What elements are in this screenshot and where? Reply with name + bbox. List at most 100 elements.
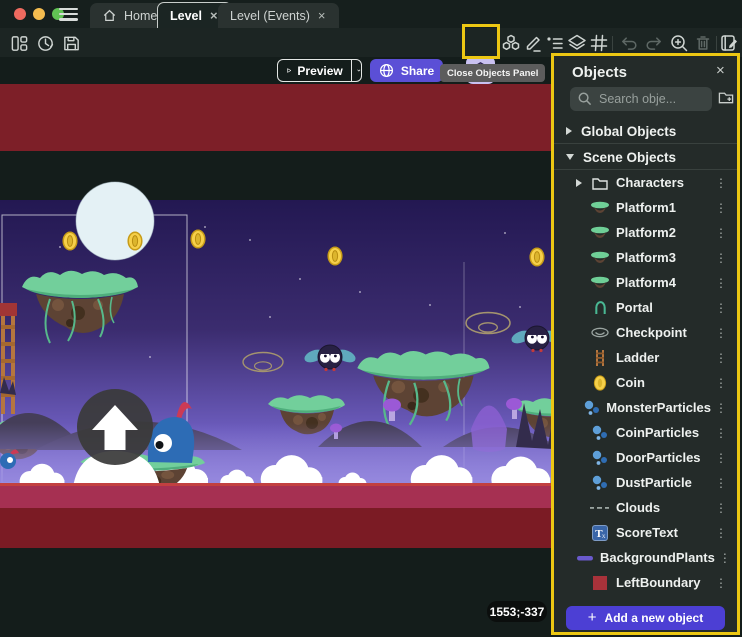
object-row-portal[interactable]: Portal⋮ xyxy=(554,295,737,320)
object-label: Checkpoint xyxy=(616,325,711,340)
kebab-menu-icon[interactable]: ⋮ xyxy=(711,401,731,415)
ladder-icon xyxy=(590,350,610,366)
kebab-menu-icon[interactable]: ⋮ xyxy=(711,526,731,540)
kebab-menu-icon[interactable]: ⋮ xyxy=(711,476,731,490)
object-row-backgroundplants[interactable]: BackgroundPlants⋮ xyxy=(554,545,737,570)
kebab-menu-icon[interactable]: ⋮ xyxy=(711,576,731,590)
layers-icon[interactable] xyxy=(566,32,588,54)
object-row-monsterparticles[interactable]: MonsterParticles⋮ xyxy=(554,395,737,420)
jump-arrow-button-object[interactable] xyxy=(77,389,153,465)
instances-list-icon[interactable] xyxy=(544,32,566,54)
platform-instance[interactable] xyxy=(22,271,138,343)
platform-instance[interactable] xyxy=(357,351,489,427)
coin-instance[interactable] xyxy=(328,247,342,265)
pink-boundary-object[interactable] xyxy=(0,486,553,508)
chevron-right-icon[interactable] xyxy=(576,179,590,187)
object-row-platform2[interactable]: Platform2⋮ xyxy=(554,220,737,245)
object-row-characters[interactable]: Characters⋮ xyxy=(554,170,737,195)
kebab-menu-icon[interactable]: ⋮ xyxy=(711,351,731,365)
bat-monster-instance[interactable] xyxy=(303,345,358,371)
chevron-down-icon[interactable] xyxy=(357,67,361,74)
tab-label: Level xyxy=(170,9,202,23)
coin-instance[interactable] xyxy=(191,230,205,248)
svg-text:x: x xyxy=(602,531,606,540)
particles-icon xyxy=(590,475,610,491)
window-close-button[interactable] xyxy=(14,8,26,20)
scene-editor-canvas[interactable] xyxy=(0,57,553,637)
folder-icon xyxy=(590,176,610,190)
object-groups-icon[interactable] xyxy=(500,32,522,54)
tab-level-events[interactable]: Level (Events) × xyxy=(218,3,339,28)
kebab-menu-icon[interactable]: ⋮ xyxy=(715,551,735,565)
share-button[interactable]: Share xyxy=(370,59,443,82)
kebab-menu-icon[interactable]: ⋮ xyxy=(711,326,731,340)
coin-instance[interactable] xyxy=(128,232,142,250)
object-row-doorparticles[interactable]: DoorParticles⋮ xyxy=(554,445,737,470)
bat-monster-instance[interactable] xyxy=(510,326,553,352)
grid-icon[interactable] xyxy=(588,32,610,54)
object-row-scoretext[interactable]: TxScoreText⋮ xyxy=(554,520,737,545)
object-row-dustparticle[interactable]: DustParticle⋮ xyxy=(554,470,737,495)
edit-pencil-icon[interactable] xyxy=(522,32,544,54)
ladder-instance[interactable] xyxy=(0,303,17,414)
preview-button[interactable]: Preview xyxy=(277,59,362,82)
close-panel-icon[interactable]: × xyxy=(716,62,725,79)
scene-artwork xyxy=(0,57,553,637)
object-row-platform4[interactable]: Platform4⋮ xyxy=(554,270,737,295)
divider xyxy=(351,60,352,81)
redsquare-icon xyxy=(590,576,610,590)
coin-instance[interactable] xyxy=(63,232,77,250)
bottom-boundary-object[interactable] xyxy=(0,508,553,548)
kebab-menu-icon[interactable]: ⋮ xyxy=(711,451,731,465)
redo-icon[interactable] xyxy=(643,32,665,54)
section-scene-objects[interactable]: Scene Objects xyxy=(554,145,737,170)
object-row-checkpoint[interactable]: Checkpoint⋮ xyxy=(554,320,737,345)
chevron-down-icon xyxy=(566,154,574,160)
cursor-coordinates-badge: 1553;-337 xyxy=(487,601,547,622)
coin-instance[interactable] xyxy=(530,248,544,266)
plants-icon xyxy=(576,554,594,562)
search-placeholder: Search obje... xyxy=(599,92,676,106)
section-global-objects[interactable]: Global Objects xyxy=(554,119,737,144)
history-icon[interactable] xyxy=(34,32,56,54)
kebab-menu-icon[interactable]: ⋮ xyxy=(711,276,731,290)
object-row-coinparticles[interactable]: CoinParticles⋮ xyxy=(554,420,737,445)
moon-object[interactable] xyxy=(76,182,154,260)
tab-bar: Home Level × Level (Events) × xyxy=(0,0,742,28)
kebab-menu-icon[interactable]: ⋮ xyxy=(711,226,731,240)
portal-icon xyxy=(590,300,610,315)
add-folder-icon[interactable] xyxy=(718,90,734,110)
globe-icon xyxy=(379,63,394,78)
toolbar-separator xyxy=(612,36,613,51)
kebab-menu-icon[interactable]: ⋮ xyxy=(711,201,731,215)
add-new-object-button[interactable]: + Add a new object xyxy=(566,606,725,630)
undo-icon[interactable] xyxy=(618,32,640,54)
object-label: Clouds xyxy=(616,500,711,515)
object-row-leftboundary[interactable]: LeftBoundary⋮ xyxy=(554,570,737,595)
close-tab-icon[interactable]: × xyxy=(317,9,327,22)
platform-icon xyxy=(590,276,610,289)
window-minimize-button[interactable] xyxy=(33,8,45,20)
object-row-ladder[interactable]: Ladder⋮ xyxy=(554,345,737,370)
object-row-platform3[interactable]: Platform3⋮ xyxy=(554,245,737,270)
kebab-menu-icon[interactable]: ⋮ xyxy=(711,251,731,265)
share-label: Share xyxy=(401,64,434,78)
save-icon[interactable] xyxy=(60,32,82,54)
object-label: DustParticle xyxy=(616,475,711,490)
zoom-in-icon[interactable] xyxy=(668,32,690,54)
kebab-menu-icon[interactable]: ⋮ xyxy=(711,426,731,440)
search-input[interactable]: Search obje... xyxy=(570,87,712,111)
object-row-platform1[interactable]: Platform1⋮ xyxy=(554,195,737,220)
kebab-menu-icon[interactable]: ⋮ xyxy=(711,176,731,190)
panels-icon[interactable] xyxy=(8,32,30,54)
scene-properties-icon[interactable] xyxy=(718,32,740,54)
coin-icon xyxy=(590,375,610,391)
kebab-menu-icon[interactable]: ⋮ xyxy=(711,501,731,515)
kebab-menu-icon[interactable]: ⋮ xyxy=(711,301,731,315)
trash-icon[interactable] xyxy=(692,32,714,54)
object-row-coin[interactable]: Coin⋮ xyxy=(554,370,737,395)
object-row-clouds[interactable]: Clouds⋮ xyxy=(554,495,737,520)
main-menu-icon[interactable] xyxy=(59,8,78,21)
play-icon xyxy=(287,64,291,77)
kebab-menu-icon[interactable]: ⋮ xyxy=(711,376,731,390)
